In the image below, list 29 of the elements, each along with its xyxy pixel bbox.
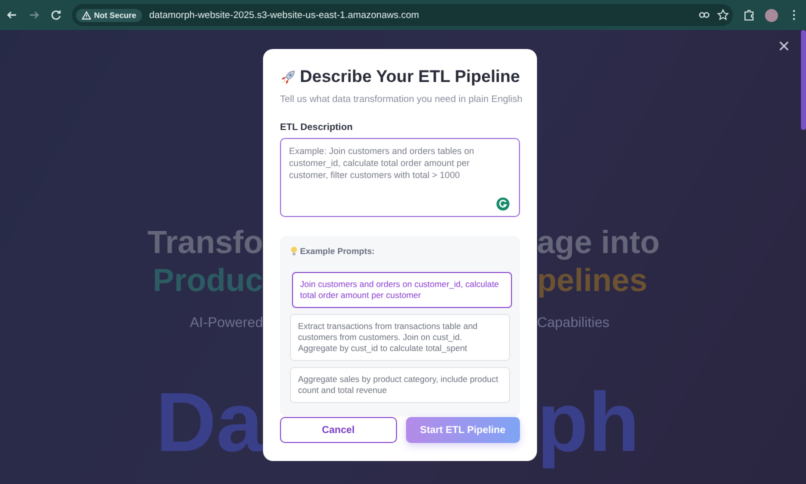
dialog-title: Describe Your ETL Pipeline bbox=[300, 67, 520, 87]
reload-icon[interactable] bbox=[50, 9, 62, 21]
puzzle-icon[interactable] bbox=[743, 9, 755, 21]
star-icon[interactable] bbox=[717, 9, 729, 21]
scrollbar-thumb[interactable] bbox=[801, 30, 806, 130]
background-text: AI-Powered bbox=[190, 313, 263, 332]
description-field[interactable]: Example: Join customers and orders tables on customer_id, calculate total order amount per customer, filter customers with total > 1000 bbox=[280, 138, 520, 217]
back-icon[interactable] bbox=[6, 9, 18, 21]
background-text: Da bbox=[156, 374, 263, 471]
lightbulb-icon bbox=[290, 246, 298, 256]
example-prompt[interactable]: Aggregate sales by product category, include product count and total revenue bbox=[290, 367, 510, 403]
background-text: ph bbox=[537, 374, 640, 471]
example-prompt[interactable]: Join customers and orders on customer_id, calculate total order amount per customer bbox=[292, 272, 512, 308]
background-text: Transfo bbox=[147, 223, 263, 262]
close-icon[interactable] bbox=[778, 40, 790, 52]
cancel-button[interactable]: Cancel bbox=[280, 417, 396, 443]
rocket-icon bbox=[280, 68, 296, 86]
dialog-subtitle: Tell us what data transformation you need in plain English bbox=[280, 94, 520, 105]
warning-icon bbox=[82, 10, 91, 20]
grammar-assistant-icon[interactable] bbox=[496, 197, 510, 211]
prompts-heading: Example Prompts: bbox=[300, 246, 375, 256]
example-prompt[interactable]: Extract transactions from transactions table and customers from customers. Join on cust_id. Aggregate by cust_id to calculate total_spent bbox=[290, 314, 510, 361]
address-url[interactable]: datamorph-website-2025.s3-website-us-east-1.amazonaws.com bbox=[149, 10, 691, 20]
field-label: ETL Description bbox=[280, 122, 354, 133]
background-text: age into bbox=[537, 223, 660, 262]
background-text: Capabilities bbox=[537, 313, 610, 332]
security-chip[interactable]: Not Secure bbox=[76, 8, 142, 22]
background-text: pelines bbox=[537, 262, 648, 298]
profile-avatar[interactable] bbox=[765, 8, 778, 22]
